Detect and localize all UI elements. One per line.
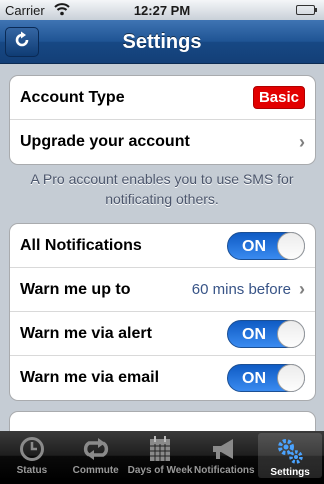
toggle-knob (277, 231, 305, 260)
toggle-on-text: ON (242, 325, 266, 343)
next-group-partial (9, 411, 316, 431)
tab-settings[interactable]: Settings (258, 433, 323, 478)
tab-commute[interactable]: Commute (64, 431, 128, 480)
bottom-edge (0, 480, 324, 484)
status-bar: Carrier 12:27 PM (0, 0, 324, 20)
tab-label: Days of Week (127, 465, 193, 476)
toggle-on-text: ON (242, 370, 266, 387)
chevron-right-icon: › (299, 279, 305, 299)
navigation-bar: Settings (0, 20, 324, 64)
all-notifications-label: All Notifications (20, 236, 142, 254)
tab-days-of-week[interactable]: Days of Week (127, 431, 193, 480)
account-group: Account Type Basic Upgrade your account … (9, 75, 316, 165)
settings-content[interactable]: Account Type Basic Upgrade your account … (0, 65, 324, 431)
tab-label: Status (16, 465, 48, 476)
warn-up-to-row[interactable]: Warn me up to 60 mins before › (10, 268, 315, 312)
tab-label: Commute (72, 465, 119, 476)
toggle-knob (277, 319, 305, 348)
battery-icon (296, 5, 317, 15)
tab-label: Settings (270, 467, 310, 478)
tab-label: Notifications (194, 465, 255, 476)
chevron-right-icon: › (299, 131, 305, 152)
clock-icon (17, 434, 47, 464)
warn-via-alert-toggle[interactable]: ON (227, 319, 305, 348)
tab-status[interactable]: Status (0, 431, 64, 480)
account-type-badge: Basic (252, 86, 305, 109)
warn-via-email-toggle[interactable]: ON (227, 364, 305, 392)
account-type-row: Account Type Basic (10, 76, 315, 120)
warn-via-alert-row: Warn me via alert ON (10, 312, 315, 356)
upgrade-account-label: Upgrade your account (20, 133, 190, 150)
tab-bar: Status Commute Days of Week Notification… (0, 431, 324, 480)
warn-via-email-label: Warn me via email (20, 369, 160, 386)
warn-up-to-label: Warn me up to (20, 280, 131, 298)
account-type-label: Account Type (20, 88, 125, 106)
calendar-icon (145, 434, 175, 464)
notifications-group: All Notifications ON Warn me up to 60 mi… (9, 223, 316, 401)
megaphone-icon (209, 434, 239, 464)
page-title: Settings (122, 31, 202, 53)
pro-account-note: A Pro account enables you to use SMS for… (30, 171, 294, 207)
clock-time: 12:27 PM (133, 3, 191, 18)
warn-via-email-row: Warn me via email ON (10, 356, 315, 400)
tab-notifications[interactable]: Notifications (192, 431, 256, 480)
all-notifications-toggle[interactable]: ON (227, 231, 305, 260)
upgrade-account-row[interactable]: Upgrade your account › (10, 120, 315, 164)
warn-via-alert-label: Warn me via alert (20, 324, 152, 342)
warn-up-to-value: 60 mins before (191, 281, 291, 298)
all-notifications-row: All Notifications ON (10, 224, 315, 268)
gears-icon (275, 436, 305, 466)
toggle-knob (277, 364, 305, 392)
repeat-arrows-icon (81, 434, 111, 464)
toggle-on-text: ON (242, 237, 266, 255)
